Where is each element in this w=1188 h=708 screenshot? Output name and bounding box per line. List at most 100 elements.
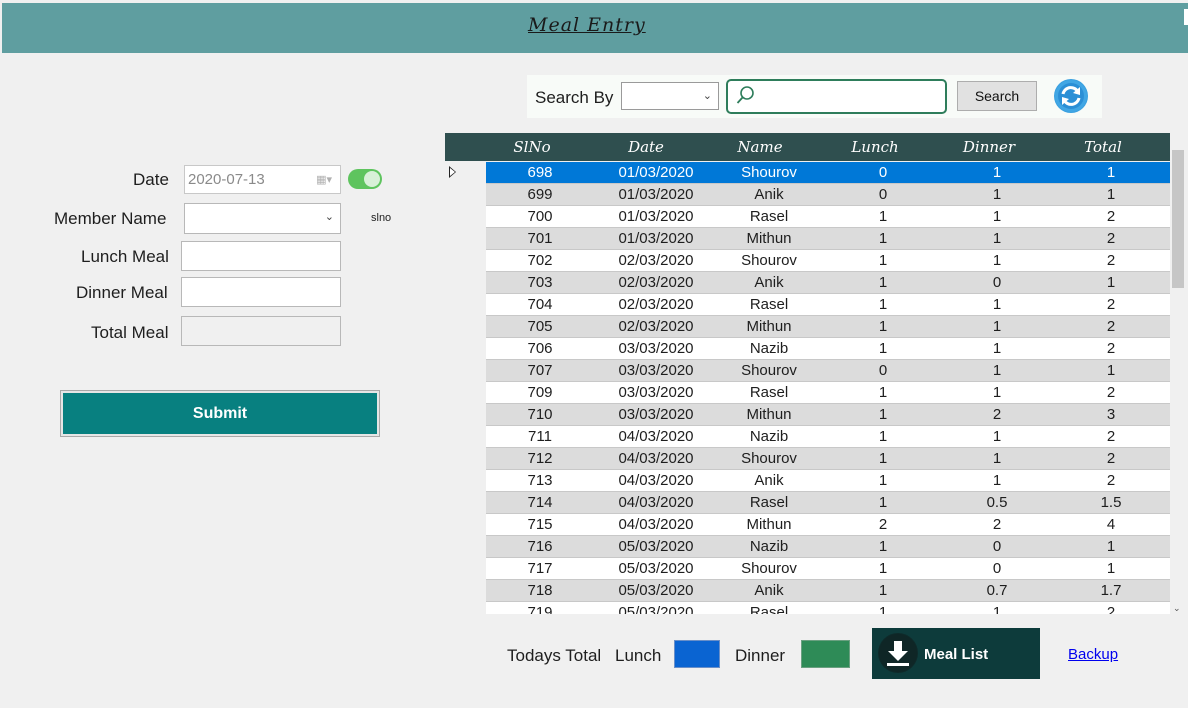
table-row[interactable]: 702 02/03/2020 Shourov 1 1 2: [445, 250, 1170, 272]
row-header[interactable]: [445, 228, 486, 250]
cell-dinner[interactable]: 0.5: [940, 494, 1054, 511]
cell-date[interactable]: 01/03/2020: [594, 230, 718, 247]
cell-date[interactable]: 03/03/2020: [594, 406, 718, 423]
cell-name[interactable]: Rasel: [718, 296, 820, 313]
cell-total[interactable]: 2: [1054, 450, 1168, 467]
cell-name[interactable]: Rasel: [718, 208, 820, 225]
cell-name[interactable]: Rasel: [718, 604, 820, 614]
table-row[interactable]: 706 03/03/2020 Nazib 1 1 2: [445, 338, 1170, 360]
scroll-down-icon[interactable]: ⌄: [1173, 604, 1181, 614]
table-row[interactable]: 715 04/03/2020 Mithun 2 2 4: [445, 514, 1170, 536]
table-row[interactable]: 707 03/03/2020 Shourov 0 1 1: [445, 360, 1170, 382]
table-row[interactable]: 716 05/03/2020 Nazib 1 0 1: [445, 536, 1170, 558]
cell-name[interactable]: Shourov: [718, 252, 820, 269]
table-row[interactable]: 717 05/03/2020 Shourov 1 0 1: [445, 558, 1170, 580]
row-header[interactable]: [445, 162, 486, 184]
cell-lunch[interactable]: 1: [826, 494, 940, 511]
cell-dinner[interactable]: 1: [940, 208, 1054, 225]
cell-dinner[interactable]: 0.7: [940, 582, 1054, 599]
cell-dinner[interactable]: 1: [940, 604, 1054, 614]
cell-total[interactable]: 2: [1054, 384, 1168, 401]
cell-dinner[interactable]: 1: [940, 296, 1054, 313]
row-header[interactable]: [445, 382, 486, 404]
cell-date[interactable]: 01/03/2020: [594, 164, 718, 181]
cell-lunch[interactable]: 1: [826, 538, 940, 555]
cell-date[interactable]: 02/03/2020: [594, 318, 718, 335]
cell-slno[interactable]: 705: [486, 318, 594, 335]
cell-name[interactable]: Nazib: [718, 340, 820, 357]
cell-dinner[interactable]: 1: [940, 318, 1054, 335]
cell-lunch[interactable]: 1: [826, 318, 940, 335]
row-header[interactable]: [445, 294, 486, 316]
cell-date[interactable]: 05/03/2020: [594, 560, 718, 577]
table-row[interactable]: 701 01/03/2020 Mithun 1 1 2: [445, 228, 1170, 250]
cell-dinner[interactable]: 1: [940, 186, 1054, 203]
cell-lunch[interactable]: 1: [826, 560, 940, 577]
cell-date[interactable]: 01/03/2020: [594, 186, 718, 203]
calendar-icon[interactable]: ▦▾: [316, 173, 332, 186]
cell-date[interactable]: 02/03/2020: [594, 296, 718, 313]
row-header[interactable]: [445, 206, 486, 228]
cell-lunch[interactable]: 1: [826, 208, 940, 225]
member-name-select[interactable]: ⌄: [184, 203, 341, 234]
row-header[interactable]: [445, 338, 486, 360]
cell-date[interactable]: 05/03/2020: [594, 538, 718, 555]
dinner-meal-input[interactable]: [181, 277, 341, 307]
cell-slno[interactable]: 712: [486, 450, 594, 467]
row-header[interactable]: [445, 558, 486, 580]
cell-total[interactable]: 2: [1054, 252, 1168, 269]
row-header[interactable]: [445, 404, 486, 426]
cell-lunch[interactable]: 1: [826, 252, 940, 269]
cell-date[interactable]: 04/03/2020: [594, 450, 718, 467]
cell-date[interactable]: 04/03/2020: [594, 516, 718, 533]
cell-date[interactable]: 04/03/2020: [594, 494, 718, 511]
cell-total[interactable]: 1.5: [1054, 494, 1168, 511]
cell-slno[interactable]: 699: [486, 186, 594, 203]
cell-slno[interactable]: 700: [486, 208, 594, 225]
cell-name[interactable]: Rasel: [718, 384, 820, 401]
row-header[interactable]: [445, 316, 486, 338]
cell-lunch[interactable]: 1: [826, 472, 940, 489]
cell-total[interactable]: 3: [1054, 406, 1168, 423]
cell-slno[interactable]: 710: [486, 406, 594, 423]
cell-lunch[interactable]: 1: [826, 406, 940, 423]
row-header[interactable]: [445, 536, 486, 558]
cell-lunch[interactable]: 1: [826, 340, 940, 357]
cell-date[interactable]: 05/03/2020: [594, 582, 718, 599]
cell-name[interactable]: Rasel: [718, 494, 820, 511]
row-header[interactable]: [445, 272, 486, 294]
table-row[interactable]: 712 04/03/2020 Shourov 1 1 2: [445, 448, 1170, 470]
table-row[interactable]: 714 04/03/2020 Rasel 1 0.5 1.5: [445, 492, 1170, 514]
cell-dinner[interactable]: 1: [940, 428, 1054, 445]
table-row[interactable]: 705 02/03/2020 Mithun 1 1 2: [445, 316, 1170, 338]
cell-name[interactable]: Anik: [718, 472, 820, 489]
column-header-name[interactable]: Name: [714, 138, 806, 156]
cell-total[interactable]: 2: [1054, 604, 1168, 614]
cell-dinner[interactable]: 1: [940, 450, 1054, 467]
meal-list-button[interactable]: Meal List: [872, 628, 1040, 679]
cell-slno[interactable]: 701: [486, 230, 594, 247]
cell-slno[interactable]: 707: [486, 362, 594, 379]
cell-slno[interactable]: 714: [486, 494, 594, 511]
cell-date[interactable]: 03/03/2020: [594, 340, 718, 357]
cell-total[interactable]: 2: [1054, 428, 1168, 445]
cell-dinner[interactable]: 0: [940, 538, 1054, 555]
search-by-select[interactable]: ⌄: [621, 82, 719, 110]
cell-name[interactable]: Shourov: [718, 560, 820, 577]
row-header[interactable]: [445, 492, 486, 514]
cell-name[interactable]: Mithun: [718, 516, 820, 533]
cell-lunch[interactable]: 2: [826, 516, 940, 533]
table-row[interactable]: 704 02/03/2020 Rasel 1 1 2: [445, 294, 1170, 316]
row-header[interactable]: [445, 602, 486, 614]
cell-date[interactable]: 02/03/2020: [594, 274, 718, 291]
table-row[interactable]: 699 01/03/2020 Anik 0 1 1: [445, 184, 1170, 206]
cell-lunch[interactable]: 0: [826, 362, 940, 379]
row-header[interactable]: [445, 426, 486, 448]
table-row[interactable]: 710 03/03/2020 Mithun 1 2 3: [445, 404, 1170, 426]
cell-date[interactable]: 03/03/2020: [594, 362, 718, 379]
date-toggle[interactable]: [348, 169, 382, 189]
cell-lunch[interactable]: 0: [826, 164, 940, 181]
row-header[interactable]: [445, 580, 486, 602]
cell-slno[interactable]: 719: [486, 604, 594, 614]
cell-slno[interactable]: 698: [486, 164, 594, 181]
